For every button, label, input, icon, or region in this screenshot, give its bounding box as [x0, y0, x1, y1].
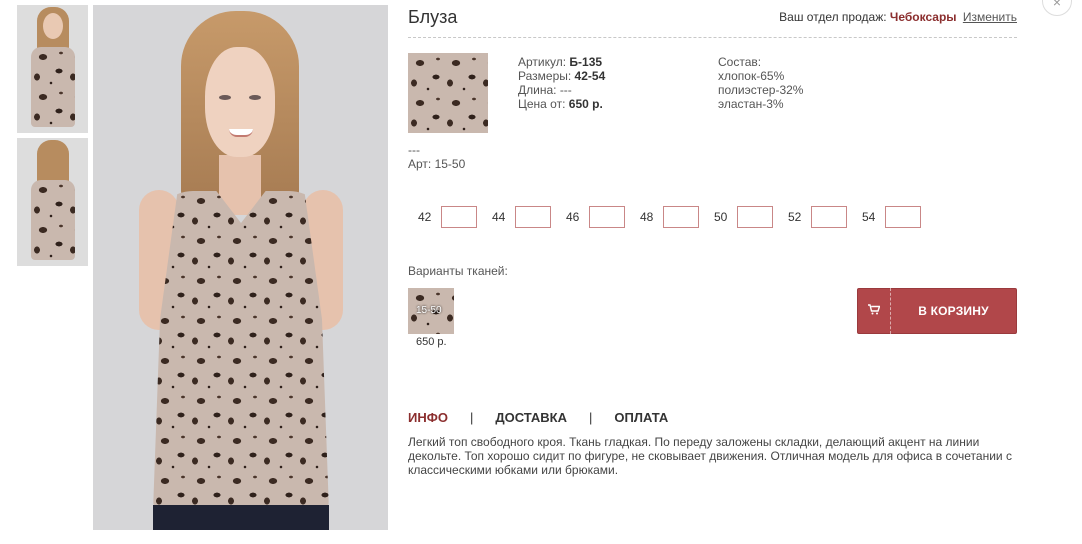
thumbnail-front[interactable]: [17, 5, 88, 133]
size-quantity-input[interactable]: [885, 206, 921, 228]
variant-price: 650 р.: [416, 336, 447, 348]
tab-separator: |: [589, 410, 593, 425]
size-cell: 46: [566, 206, 640, 228]
spec-price: Цена от: 650 р.: [518, 97, 603, 111]
thumbnail-blouse: [31, 47, 75, 127]
size-cell: 48: [640, 206, 714, 228]
size-label: 48: [640, 210, 654, 224]
size-quantity-input[interactable]: [441, 206, 477, 228]
tab-delivery[interactable]: ДОСТАВКА: [495, 410, 567, 425]
size-quantity-grid: 42 44 46 48 50 52 54: [418, 206, 936, 228]
art-code: Арт: 15-50: [408, 157, 466, 171]
size-quantity-input[interactable]: [515, 206, 551, 228]
size-quantity-input[interactable]: [811, 206, 847, 228]
photo-eye-left: [219, 95, 231, 100]
size-label: 42: [418, 210, 432, 224]
size-label: 54: [862, 210, 876, 224]
size-label: 44: [492, 210, 506, 224]
size-cell: 44: [492, 206, 566, 228]
size-label: 46: [566, 210, 580, 224]
composition: Состав: хлопок-65% полиэстер-32% эластан…: [718, 55, 803, 111]
cart-icon: [858, 304, 890, 318]
info-tabs: ИНФО | ДОСТАВКА | ОПЛАТА: [408, 410, 668, 425]
department-city: Чебоксары: [889, 10, 957, 24]
size-label: 50: [714, 210, 728, 224]
fabric-variants-label: Варианты тканей:: [408, 264, 508, 278]
composition-item: полиэстер-32%: [718, 83, 804, 97]
main-product-photo[interactable]: [93, 5, 388, 530]
change-department-link[interactable]: Изменить: [963, 10, 1017, 24]
fabric-swatch-image: [408, 53, 488, 133]
close-icon[interactable]: ×: [1042, 0, 1072, 16]
photo-eye-right: [249, 95, 261, 100]
product-description: Легкий топ свободного кроя. Ткань гладка…: [408, 435, 1012, 477]
size-cell: 50: [714, 206, 788, 228]
size-cell: 52: [788, 206, 862, 228]
dashes-text: ---: [408, 143, 420, 157]
composition-item: эластан-3%: [718, 97, 784, 111]
size-label: 52: [788, 210, 802, 224]
header-divider: [408, 37, 1017, 38]
composition-label: Состав:: [718, 55, 762, 69]
add-to-cart-button[interactable]: В КОРЗИНУ: [857, 288, 1017, 334]
photo-blouse: [153, 191, 329, 511]
product-specs: Артикул: Б-135 Размеры: 42-54 Длина: ---…: [518, 55, 605, 111]
tab-separator: |: [469, 410, 474, 425]
thumbnail-blouse: [31, 180, 75, 260]
thumbnail-face: [43, 13, 63, 39]
size-cell: 42: [418, 206, 492, 228]
spec-article: Артикул: Б-135: [518, 55, 603, 69]
spec-sizes: Размеры: 42-54: [518, 69, 606, 83]
size-quantity-input[interactable]: [589, 206, 625, 228]
variant-code: 15-50: [416, 305, 442, 316]
tab-payment[interactable]: ОПЛАТА: [614, 410, 668, 425]
product-title: Блуза: [408, 7, 458, 27]
composition-item: хлопок-65%: [718, 69, 785, 83]
fabric-variant-swatch[interactable]: 15-50: [408, 288, 454, 334]
size-cell: 54: [862, 206, 936, 228]
size-quantity-input[interactable]: [737, 206, 773, 228]
photo-pants: [153, 505, 329, 530]
department-label: Ваш отдел продаж:: [779, 10, 887, 24]
cart-button-label: В КОРЗИНУ: [918, 304, 989, 318]
sales-department: Ваш отдел продаж: Чебоксары Изменить: [779, 10, 1017, 24]
photo-face: [205, 47, 275, 157]
size-quantity-input[interactable]: [663, 206, 699, 228]
tab-info[interactable]: ИНФО: [408, 410, 448, 425]
thumbnail-back[interactable]: [17, 138, 88, 266]
spec-length: Длина: ---: [518, 83, 572, 97]
